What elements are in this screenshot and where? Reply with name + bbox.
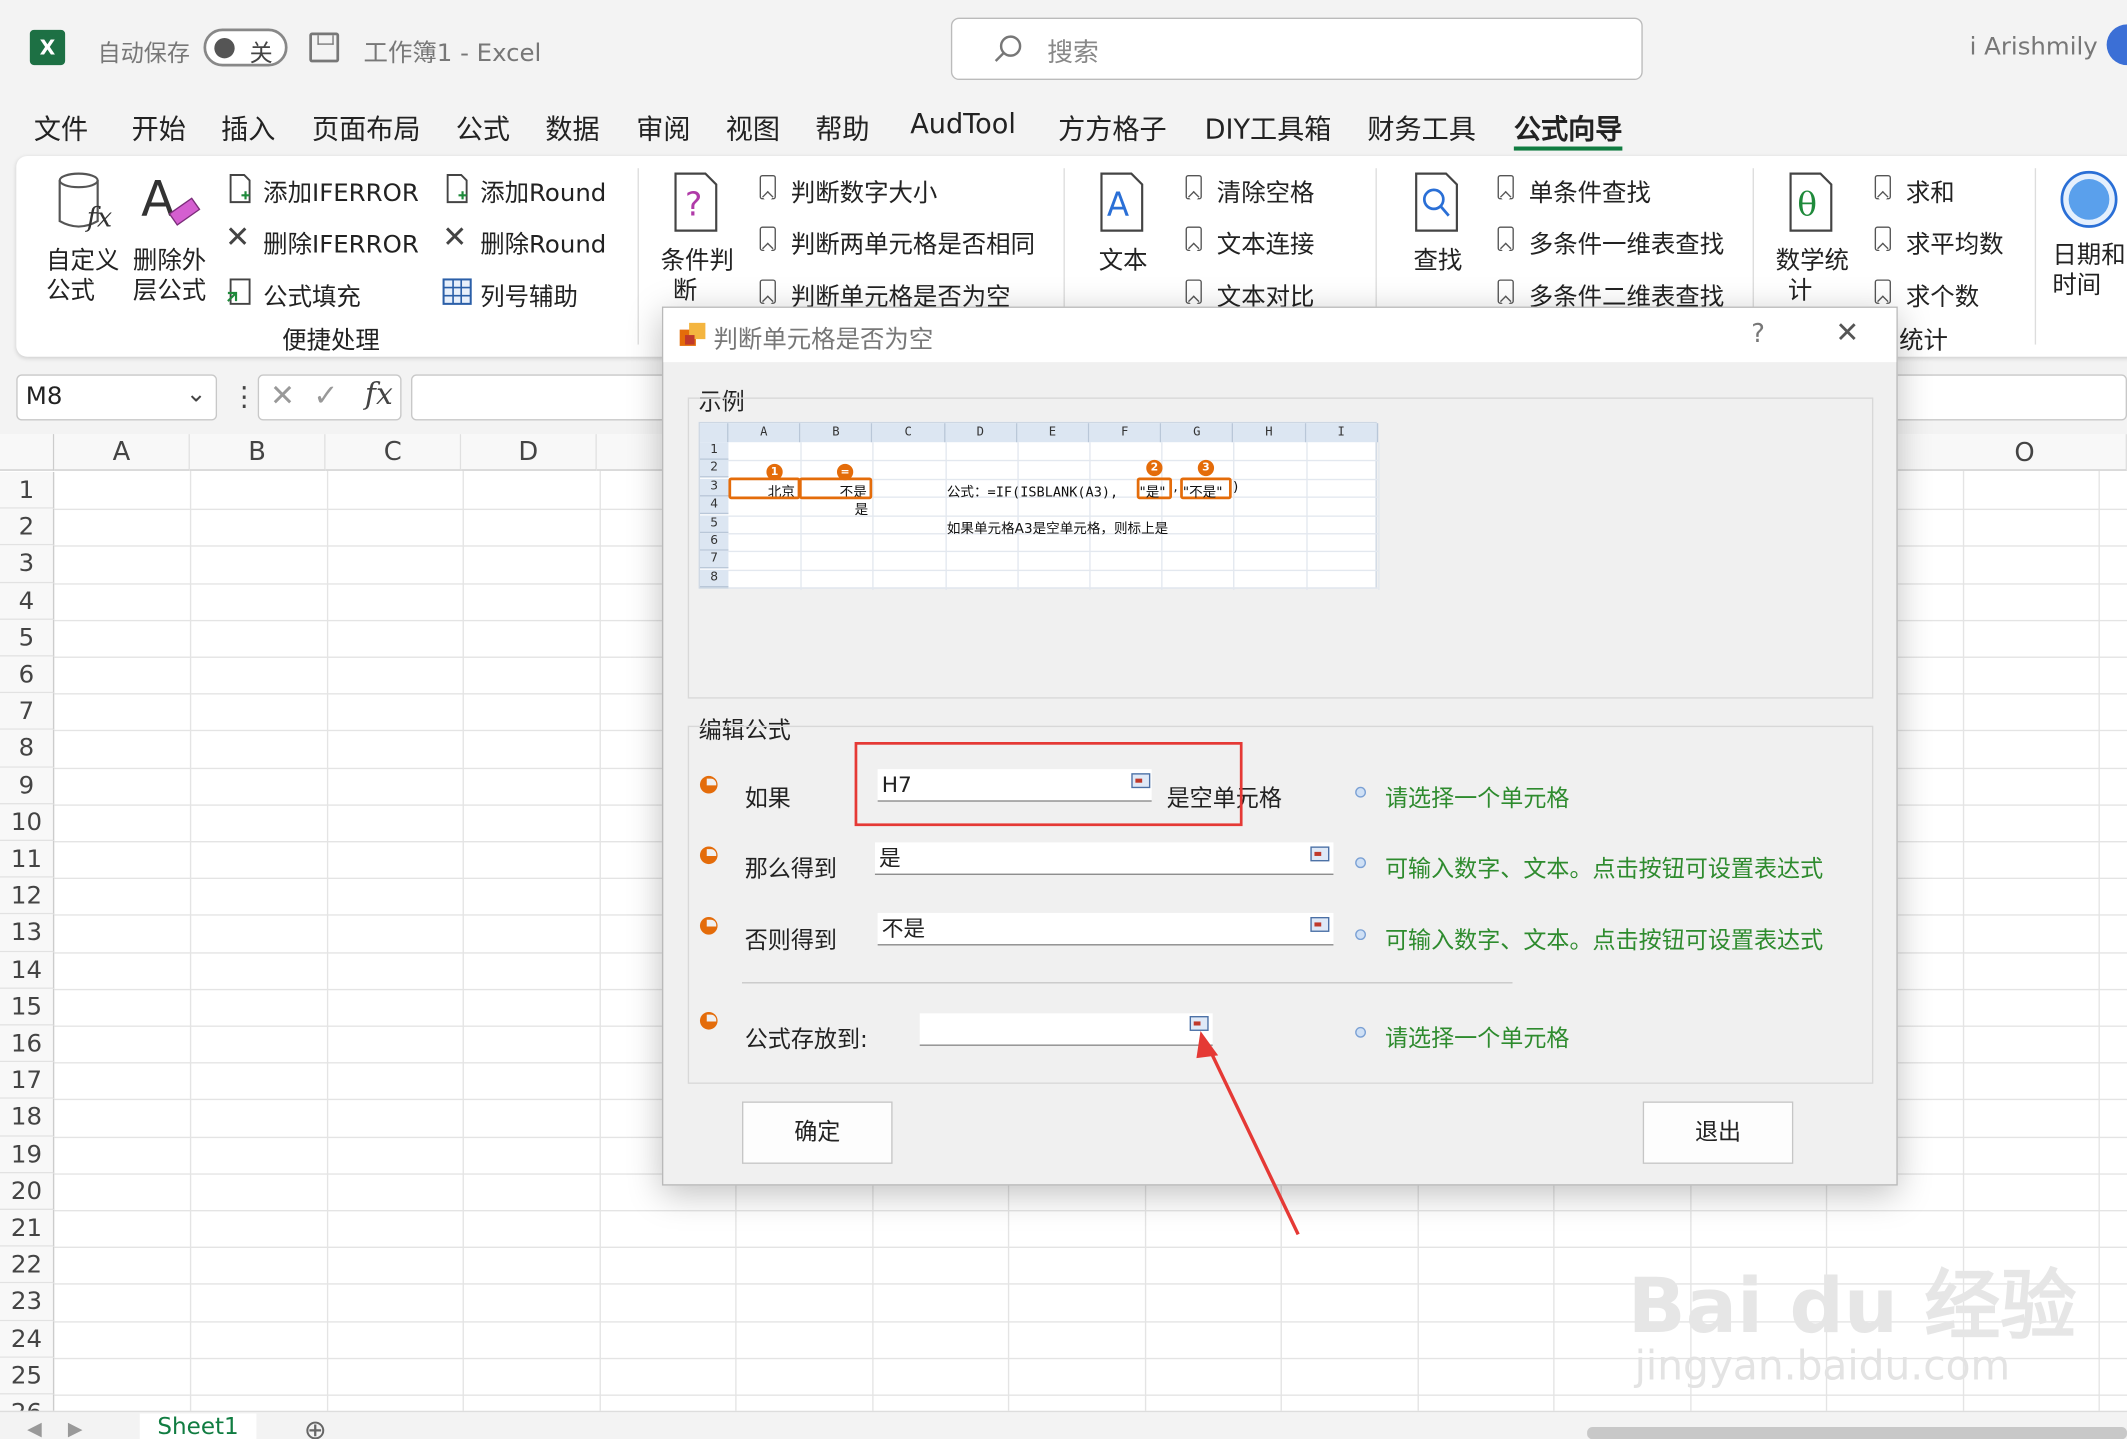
prev-sheet-icon[interactable]: ◀: [27, 1419, 42, 1439]
add-sheet-icon[interactable]: ⊕: [304, 1413, 327, 1439]
watermark-url: jingyan.baidu.com: [1634, 1342, 2011, 1391]
sheet-tab-sheet1[interactable]: Sheet1: [139, 1413, 257, 1439]
next-sheet-icon[interactable]: ▶: [68, 1419, 83, 1439]
excel-window: X 自动保存 关 工作簿1 - Excel 搜索 i Arishmily 文件 …: [0, 0, 2127, 1439]
watermark-logo: Bai du 经验: [1627, 1262, 2077, 1352]
annotation-arrow: [1196, 1030, 1300, 1236]
horizontal-scrollbar[interactable]: [1587, 1427, 2127, 1439]
